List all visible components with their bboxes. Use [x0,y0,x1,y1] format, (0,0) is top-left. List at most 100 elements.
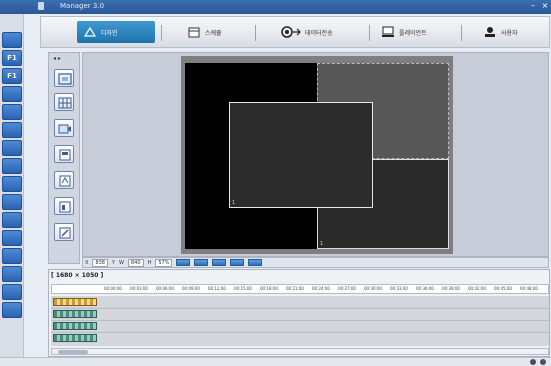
left-tool-2[interactable]: F1 [2,50,22,66]
left-tool-7[interactable] [2,140,22,156]
align-button-5[interactable] [248,259,263,266]
flash-icon [59,201,71,213]
design-icon [83,26,97,38]
timeline-clip[interactable] [53,322,97,330]
ruler-tick: 00:18:00 [260,286,278,291]
left-tool-14[interactable] [2,266,22,282]
design-workspace: 1 1 [82,52,549,257]
ruler-tick: 00:27:00 [338,286,356,291]
ruler-tick: 00:06:00 [156,286,174,291]
left-tool-4[interactable] [2,86,22,102]
layout-canvas[interactable]: 1 1 [181,56,453,254]
timeline-clip[interactable] [53,310,97,318]
close-button[interactable]: × [540,1,550,11]
ribbon-separator [255,25,256,41]
align-button-1[interactable] [176,259,191,266]
x-value[interactable]: 838 [92,258,108,267]
text-icon [59,175,71,187]
tab-data-transfer[interactable]: 데이터전송 [273,21,339,43]
x-label: X [85,259,89,266]
tool-text-button[interactable] [54,171,74,189]
tool-flash-button[interactable] [54,197,74,215]
tab-data-transfer-label: 데이터전송 [305,29,333,37]
tool-edit-button[interactable] [54,223,74,241]
tab-client[interactable]: 플레이언트 [375,21,433,43]
pin-icon[interactable] [38,2,44,10]
left-tool-3[interactable]: F1 [2,68,22,84]
align-button-2[interactable] [194,259,209,266]
image-icon [59,149,71,161]
left-tool-15[interactable] [2,284,22,300]
left-tool-8[interactable] [2,158,22,174]
timeline-clip[interactable] [53,334,97,342]
tab-schedule[interactable]: 스케쥴 [181,21,228,43]
zone-center[interactable]: 1 [229,102,373,208]
timeline-scrollbar[interactable] [51,348,549,355]
ruler-tick: 00:21:00 [286,286,304,291]
left-tool-10[interactable] [2,194,22,210]
client-icon [381,26,395,38]
left-toolbar: F1 F1 [0,14,24,366]
main-ribbon: 디자인 스케쥴 데이터전송 플레이언트 사용자 [40,16,550,48]
tool-select-button[interactable] [54,69,74,87]
h-label: H [147,259,152,266]
ruler-tick: 00:39:00 [442,286,460,291]
track-divider [51,308,549,309]
left-tool-11[interactable] [2,212,22,228]
left-tool-5[interactable] [2,104,22,120]
tab-schedule-label: 스케쥴 [205,29,222,37]
ruler-tick: 00:30:00 [364,286,382,291]
frame-icon [58,73,72,85]
status-dot-icon[interactable] [530,359,536,365]
ruler-tick: 00:45:00 [494,286,512,291]
ribbon-separator [161,25,162,41]
tool-image-button[interactable] [54,145,74,163]
tab-user-label: 사용자 [501,29,518,37]
minimize-button[interactable]: – [528,1,538,11]
grid-icon [58,97,72,109]
tool-grid-button[interactable] [54,93,74,111]
tab-design[interactable]: 디자인 [77,21,155,43]
ruler-tick: 00:12:00 [208,286,226,291]
timeline-panel: [ 1680 × 1050 ] 00:00:00 00:03:00 00:06:00… [48,269,550,357]
timeline-tracks [51,296,549,346]
left-tool-13[interactable] [2,248,22,264]
left-tool-12[interactable] [2,230,22,246]
tool-panel-header[interactable]: ◂ ▸ [53,55,61,62]
timeline-clip[interactable] [53,298,97,306]
align-button-4[interactable] [230,259,245,266]
ruler-tick: 00:00:00 [104,286,122,291]
ribbon-separator [461,25,462,41]
tab-user[interactable]: 사용자 [477,21,524,43]
zone-label: 1 [320,241,324,247]
resolution-label: [ 1680 × 1050 ] [51,272,104,279]
data-transfer-icon [279,26,301,38]
calendar-icon [187,26,201,38]
title-bar: Manager 3.0 – × [0,0,551,14]
ruler-tick: 00:42:00 [468,286,486,291]
app-window: Manager 3.0 – × F1 F1 디자인 스케쥴 데이터전송 플레이언… [0,0,551,366]
ruler-tick: 00:09:00 [182,286,200,291]
video-icon [58,124,71,134]
timeline-ruler[interactable]: 00:00:00 00:03:00 00:06:00 00:09:00 00:12:00… [51,284,549,294]
tab-design-label: 디자인 [101,29,118,37]
zoom-value[interactable]: 57% [155,258,173,267]
w-value[interactable]: 840 [128,258,144,267]
bottom-bar [0,357,551,366]
tool-panel: ◂ ▸ [48,52,80,264]
left-tool-1[interactable] [2,32,22,48]
track-divider [51,320,549,321]
left-tool-6[interactable] [2,122,22,138]
edit-icon [59,227,71,239]
left-tool-9[interactable] [2,176,22,192]
ruler-tick: 00:48:00 [520,286,538,291]
tool-video-button[interactable] [54,119,74,137]
ruler-tick: 00:36:00 [416,286,434,291]
status-dot-icon[interactable] [540,359,546,365]
w-label: W [119,259,124,266]
tab-client-label: 플레이언트 [399,29,427,37]
align-button-3[interactable] [212,259,227,266]
left-tool-16[interactable] [2,302,22,318]
ruler-tick: 00:24:00 [312,286,330,291]
scrollbar-thumb[interactable] [58,350,88,354]
